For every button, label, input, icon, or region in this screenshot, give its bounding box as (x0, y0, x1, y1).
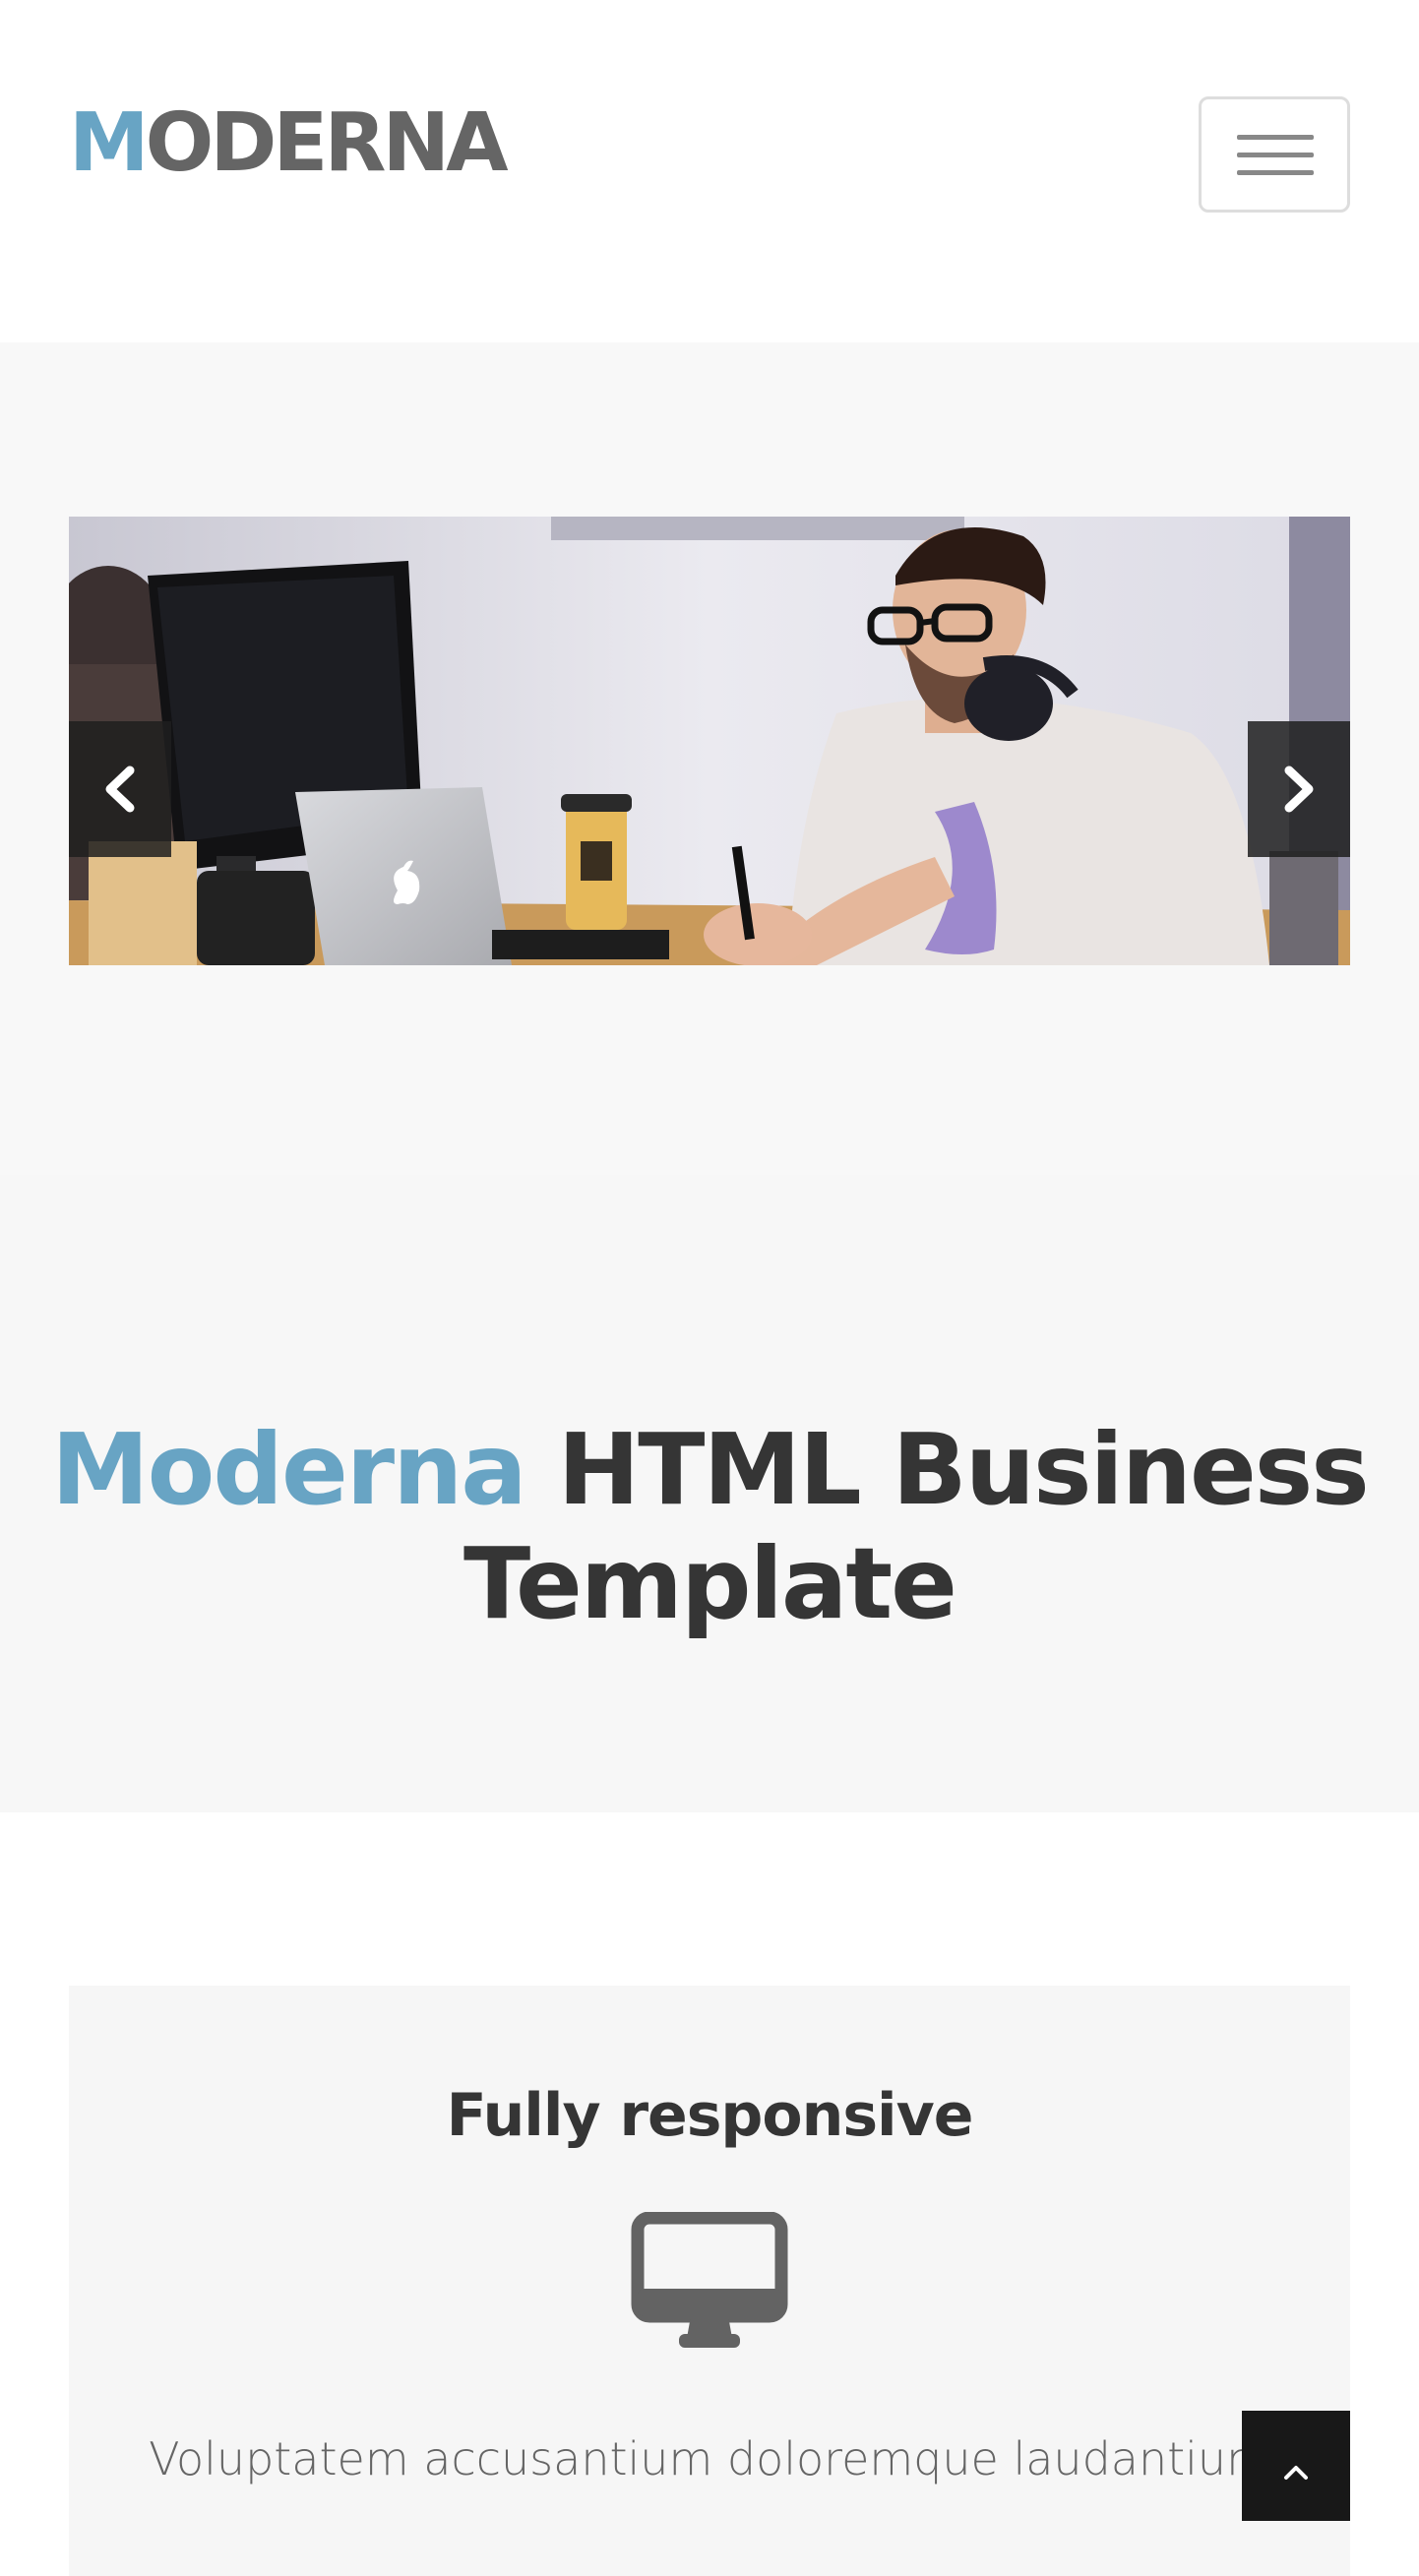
site-header: MODERNA (0, 0, 1419, 342)
chevron-right-icon (1284, 766, 1314, 813)
logo-initial: M (69, 96, 150, 190)
headline-accent: Moderna (51, 1412, 527, 1527)
logo[interactable]: MODERNA (69, 94, 509, 193)
image-slider[interactable] (69, 517, 1350, 965)
feature-title: Fully responsive (446, 2081, 974, 2150)
feature-box: Fully responsive Voluptatem accusantium … (69, 1986, 1350, 2576)
chevron-up-icon (1284, 2466, 1308, 2480)
logo-text: ODERNA (145, 96, 509, 190)
scroll-to-top-button[interactable] (1242, 2411, 1350, 2521)
menu-icon (1237, 135, 1314, 176)
slider-image (69, 517, 1350, 965)
features-section: Fully responsive Voluptatem accusantium … (0, 1812, 1419, 2576)
slider-section (0, 342, 1419, 1175)
chevron-left-icon (105, 766, 135, 813)
desktop-icon (631, 2212, 788, 2348)
slider-next-button[interactable] (1248, 721, 1350, 857)
slider-prev-button[interactable] (69, 721, 171, 857)
headline-band: Moderna HTML Business Template (0, 1175, 1419, 1812)
page-headline: Moderna HTML Business Template (39, 1413, 1380, 1641)
feature-text: Voluptatem accusantium doloremque laudan… (149, 2432, 1270, 2485)
menu-toggle-button[interactable] (1199, 96, 1350, 213)
headline-rest: HTML Business Template (463, 1412, 1370, 1641)
